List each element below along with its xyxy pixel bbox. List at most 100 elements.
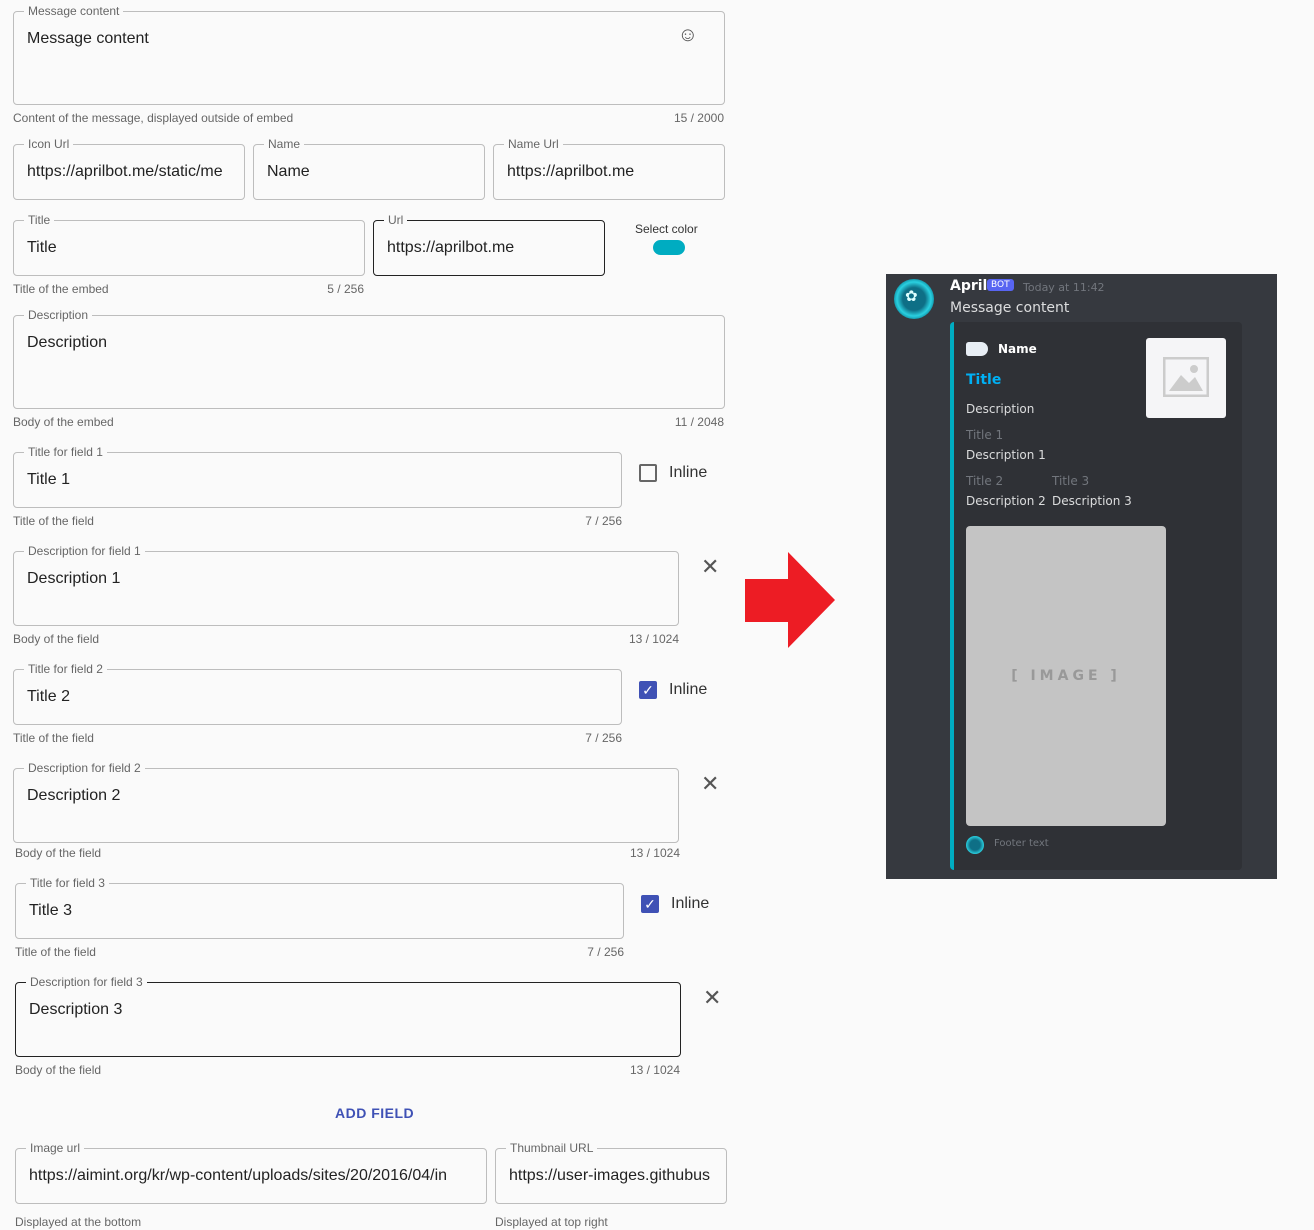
field-value: Title 1 <box>27 471 70 488</box>
arrow-right-icon <box>745 552 835 648</box>
field-value: Description <box>27 334 108 351</box>
field-label: Image url <box>26 1141 85 1155</box>
url-field[interactable]: Url https://aprilbot.me <box>373 213 605 276</box>
field-1-title-input[interactable]: Title for field 1 Title 1 <box>13 445 622 508</box>
field-value: Description 3 <box>1052 494 1132 508</box>
field-value: Description 2 <box>27 787 121 804</box>
field-1-description-input[interactable]: Description for field 1 Description 1 <box>13 544 679 626</box>
remove-field-1-close-icon[interactable]: ✕ <box>701 556 719 578</box>
embed-description: Description <box>966 402 1035 416</box>
field-label: Title for field 1 <box>24 445 107 459</box>
field-label: Title <box>24 213 55 227</box>
helper-text: Content of the message, displayed outsid… <box>13 111 294 125</box>
field-2-inline-checkbox[interactable]: ✓ <box>639 681 657 699</box>
field-label: Title for field 2 <box>24 662 107 676</box>
field-name: Title 1 <box>966 428 1004 442</box>
helper-text: Displayed at top right <box>495 1215 608 1229</box>
color-picker-button[interactable] <box>653 240 685 255</box>
field-label: Icon Url <box>24 137 74 151</box>
field-label: Message content <box>24 4 124 18</box>
field-value: Description 1 <box>27 570 121 587</box>
description-field[interactable]: Description Description <box>13 308 725 409</box>
field-value: Title <box>27 239 57 256</box>
field-label: Thumbnail URL <box>506 1141 598 1155</box>
field-value: https://aprilbot.me <box>387 239 515 256</box>
title-field[interactable]: Title Title <box>13 213 365 276</box>
field-value: https://aimint.org/kr/wp-content/uploads… <box>29 1167 448 1184</box>
icon-url-field[interactable]: Icon Url https://aprilbot.me/static/me <box>13 137 245 200</box>
field-3-inline-checkbox[interactable]: ✓ <box>641 895 659 913</box>
char-counter: 5 / 256 <box>327 282 364 296</box>
char-counter: 13 / 1024 <box>629 846 680 860</box>
field-value: Name <box>267 163 310 180</box>
timestamp: Today at 11:42 <box>1023 281 1105 294</box>
username: April <box>950 278 988 294</box>
field-value: Description 2 <box>966 494 1046 508</box>
thumbnail-url-field[interactable]: Thumbnail URL https://user-images.github… <box>495 1141 727 1204</box>
field-label: Name <box>264 137 305 151</box>
field-value: https://user-images.githubus <box>509 1167 710 1184</box>
field-label: Description <box>24 308 93 322</box>
char-counter: 7 / 256 <box>587 945 624 959</box>
field-value: https://aprilbot.me/static/me <box>27 163 223 180</box>
field-name: Title 3 <box>1052 474 1090 488</box>
char-counter: 13 / 1024 <box>629 1063 680 1077</box>
helper-text: Body of the field <box>15 846 102 860</box>
embed-image: [ IMAGE ] <box>966 526 1166 826</box>
name-field[interactable]: Name Name <box>253 137 485 200</box>
field-name: Title 2 <box>966 474 1004 488</box>
thumbnail-image <box>1146 338 1226 418</box>
inline-label: Inline <box>671 895 710 912</box>
logo-icon: ✿ <box>905 287 918 305</box>
field-value: Message content <box>27 30 149 47</box>
author-icon <box>966 342 988 356</box>
field-value: https://aprilbot.me <box>507 163 635 180</box>
select-color-label: Select color <box>635 222 698 236</box>
inline-label: Inline <box>669 681 708 698</box>
helper-text: Displayed at the bottom <box>15 1215 142 1229</box>
inline-label: Inline <box>669 464 708 481</box>
field-value: Title 2 <box>27 688 70 705</box>
bot-badge: BOT <box>987 279 1014 291</box>
add-field-button[interactable]: ADD FIELD <box>335 1105 414 1121</box>
footer-icon <box>966 836 984 854</box>
message-content: Message content <box>950 300 1070 316</box>
field-2-description-input[interactable]: Description for field 2 Description 2 <box>13 761 679 843</box>
helper-text: Title of the field <box>13 731 94 745</box>
helper-text: Title of the embed <box>13 282 109 296</box>
char-counter: 7 / 256 <box>585 731 622 745</box>
field-2-title-input[interactable]: Title for field 2 Title 2 <box>13 662 622 725</box>
name-url-field[interactable]: Name Url https://aprilbot.me <box>493 137 725 200</box>
author-name: Name <box>998 342 1037 356</box>
char-counter: 15 / 2000 <box>673 111 724 125</box>
helper-text: Body of the field <box>15 1063 102 1077</box>
embed: Name Title Description Title 1 Descripti… <box>950 322 1242 870</box>
discord-preview: ✿ April BOT Today at 11:42 Message conte… <box>886 274 1277 879</box>
field-label: Name Url <box>504 137 563 151</box>
emoji-icon[interactable]: ☺ <box>678 24 698 47</box>
message-content-field[interactable]: Message content Message content ☺ <box>13 4 725 105</box>
char-counter: 11 / 2048 <box>674 415 724 429</box>
embed-title[interactable]: Title <box>966 372 1001 388</box>
helper-text: Body of the field <box>13 632 100 646</box>
bot-avatar: ✿ <box>894 279 934 319</box>
field-1-inline-checkbox[interactable] <box>639 464 657 482</box>
helper-text: Body of the embed <box>13 415 114 429</box>
remove-field-3-close-icon[interactable]: ✕ <box>703 987 721 1009</box>
field-value: Description 3 <box>29 1001 123 1018</box>
helper-text: Title of the field <box>13 514 94 528</box>
field-3-description-input[interactable]: Description for field 3 Description 3 <box>15 975 681 1057</box>
field-label: Title for field 3 <box>26 876 109 890</box>
footer-text: Footer text <box>994 838 1049 849</box>
field-value: Description 1 <box>966 448 1046 462</box>
field-label: Url <box>384 213 408 227</box>
field-3-title-input[interactable]: Title for field 3 Title 3 <box>15 876 624 939</box>
field-label: Description for field 2 <box>24 761 145 775</box>
image-url-field[interactable]: Image url https://aimint.org/kr/wp-conte… <box>15 1141 487 1204</box>
image-placeholder-text: [ IMAGE ] <box>1011 668 1121 684</box>
remove-field-2-close-icon[interactable]: ✕ <box>701 773 719 795</box>
char-counter: 7 / 256 <box>585 514 622 528</box>
image-placeholder-icon <box>1163 357 1209 397</box>
helper-text: Title of the field <box>15 945 96 959</box>
field-value: Title 3 <box>29 902 72 919</box>
